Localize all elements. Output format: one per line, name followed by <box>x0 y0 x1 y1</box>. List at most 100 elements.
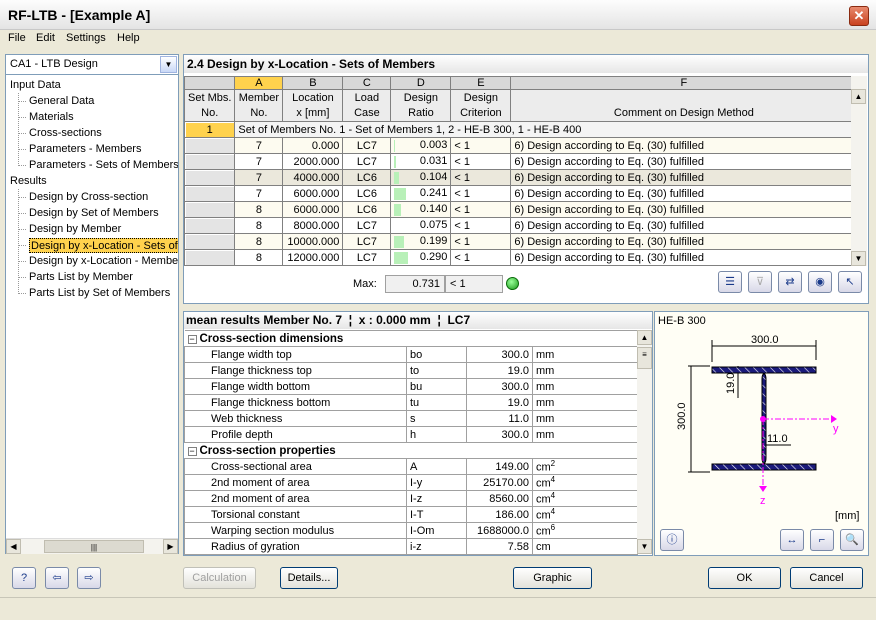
menu-help[interactable]: Help <box>117 32 140 44</box>
property-symbol: i-z <box>406 538 467 555</box>
property-symbol-text: s <box>410 412 416 425</box>
row-header[interactable] <box>183 201 236 218</box>
relations-button[interactable]: ⇄ <box>778 271 802 293</box>
row-number[interactable]: 1 <box>183 121 236 138</box>
view-button[interactable]: ◉ <box>808 271 832 293</box>
property-unit: mm <box>532 394 638 411</box>
tree-horizontal-scrollbar[interactable]: ◀ ||| ▶ <box>6 538 178 554</box>
tree-item[interactable]: Design by Cross-section <box>29 190 148 205</box>
scroll-up-icon[interactable]: ▲ <box>851 89 866 104</box>
table-settings-button[interactable]: ☰ <box>718 271 742 293</box>
property-unit-text: mm <box>536 428 555 441</box>
dimension-button[interactable]: ↔ <box>780 529 804 551</box>
close-button[interactable]: ✕ <box>849 6 869 26</box>
menu-settings[interactable]: Settings <box>66 32 106 44</box>
table-row[interactable]: 8 6000.000 LC6 0.140 < 1 6) Design according … <box>183 201 858 218</box>
scroll-up-icon[interactable]: ▲ <box>637 330 652 345</box>
row-header[interactable] <box>183 233 236 250</box>
table-row[interactable]: 7 0.000 LC7 0.003 < 1 6) Design according to … <box>183 137 858 154</box>
column-letter-b[interactable]: B <box>282 76 344 90</box>
table-row[interactable]: 8 10000.000 LC7 0.199 < 1 6) Design according… <box>183 233 858 250</box>
scroll-down-icon[interactable]: ▼ <box>851 251 866 266</box>
location: 8000.000 <box>282 217 344 234</box>
table-row[interactable]: 7 6000.000 LC6 0.241 < 1 6) Design according … <box>183 185 858 202</box>
scroll-right-icon[interactable]: ▶ <box>163 539 178 554</box>
tree-item[interactable]: Parts List by Set of Members <box>29 286 170 301</box>
table-row[interactable]: 8 8000.000 LC7 0.075 < 1 6) Design according … <box>183 217 858 234</box>
window-title: RF-LTB - [Example A] <box>8 7 151 23</box>
row-header[interactable] <box>183 185 236 202</box>
scroll-thumb[interactable]: ||| <box>44 540 144 553</box>
export-button[interactable]: ⇨ <box>77 567 101 589</box>
tree-item[interactable]: Design by Set of Members <box>29 206 159 221</box>
help-button[interactable]: ? <box>12 567 36 589</box>
row-header[interactable] <box>183 169 236 186</box>
tree-group[interactable]: Results <box>10 174 47 189</box>
column-letter-c[interactable]: C <box>342 76 392 90</box>
graphic-button[interactable]: Graphic <box>513 567 592 589</box>
row-header[interactable] <box>183 217 236 234</box>
results-table: A B C D E F Set Mbs. No. Member No. Location x [… <box>183 76 858 266</box>
member-no: 8 <box>234 249 284 266</box>
tree-item[interactable]: Design by x-Location - Members <box>29 254 178 269</box>
panel-splitter[interactable] <box>183 305 869 310</box>
tree-item[interactable]: Design by Member <box>29 222 121 237</box>
set-row[interactable]: 1 Set of Members No. 1 - Set of Members 1… <box>183 121 858 138</box>
ratio-value: 0.199 <box>419 235 448 247</box>
column-header: Location x [mm] <box>282 89 344 122</box>
scroll-down-icon[interactable]: ▼ <box>637 539 652 554</box>
row-header[interactable] <box>183 249 236 266</box>
column-letter-a[interactable]: A <box>234 76 284 90</box>
group-row[interactable]: − Cross-section properties <box>184 442 638 459</box>
row-header[interactable] <box>183 137 236 154</box>
info-button[interactable]: ⓘ <box>660 529 684 551</box>
case-select[interactable]: CA1 - LTB Design ▼ <box>5 54 179 75</box>
tree-item[interactable]: Cross-sections <box>29 126 102 141</box>
design-criterion: < 1 <box>450 153 512 170</box>
group-title[interactable]: − Cross-section properties <box>184 442 638 459</box>
property-symbol: I-z <box>406 490 467 507</box>
axes-button[interactable]: ⌐ <box>810 529 834 551</box>
collapse-icon[interactable]: − <box>187 446 197 456</box>
tree-item[interactable]: General Data <box>29 94 94 109</box>
table-row[interactable]: 8 12000.000 LC7 0.290 < 1 6) Design according… <box>183 249 858 266</box>
calculation-button[interactable]: Calculation <box>183 567 256 589</box>
collapse-icon[interactable]: − <box>187 334 197 344</box>
details-vertical-scrollbar[interactable]: ▲ ≡ ▼ <box>637 330 652 554</box>
tree-item[interactable]: Design by x-Location - Sets of Members <box>29 238 178 253</box>
chevron-down-icon[interactable]: ▼ <box>160 56 177 73</box>
select-button[interactable]: ↖ <box>838 271 862 293</box>
design-ratio: 0.104 <box>390 169 452 186</box>
menu-file[interactable]: File <box>8 32 26 44</box>
zoom-reset-button[interactable]: 🔍 <box>840 529 864 551</box>
property-row: Cross-sectional area A 149.00 cm2 <box>184 458 638 475</box>
tree-item[interactable]: Materials <box>29 110 74 125</box>
property-row: Torsional constant I-T 186.00 cm4 <box>184 506 638 523</box>
column-letter-e[interactable]: E <box>450 76 512 90</box>
filter-button[interactable]: ⊽ <box>748 271 772 293</box>
scroll-thumb[interactable]: ≡ <box>637 347 652 369</box>
row-header[interactable] <box>183 153 236 170</box>
column-letter-f[interactable]: F <box>510 76 858 90</box>
table-row[interactable]: 7 4000.000 LC6 0.104 < 1 6) Design according … <box>183 169 858 186</box>
cancel-button[interactable]: Cancel <box>790 567 863 589</box>
details-button[interactable]: Details... <box>280 567 338 589</box>
tree-group[interactable]: Input Data <box>10 78 61 93</box>
menu-edit[interactable]: Edit <box>36 32 55 44</box>
column-header: Member No. <box>234 89 284 122</box>
group-title[interactable]: − Cross-section dimensions <box>184 330 638 347</box>
ok-button[interactable]: OK <box>708 567 781 589</box>
unit-exponent: 4 <box>550 475 556 485</box>
table-vertical-scrollbar[interactable]: ▲ ▼ <box>851 76 867 266</box>
property-row: Flange width bottom bu 300.0 mm <box>184 378 638 395</box>
table-row[interactable]: 7 2000.000 LC7 0.031 < 1 6) Design according … <box>183 153 858 170</box>
group-row[interactable]: − Cross-section dimensions <box>184 330 638 347</box>
tree-item[interactable]: Parameters - Members <box>29 142 141 157</box>
tree-item[interactable]: Parts List by Member <box>29 270 133 285</box>
import-button[interactable]: ⇦ <box>45 567 69 589</box>
column-letter-d[interactable]: D <box>390 76 452 90</box>
scroll-left-icon[interactable]: ◀ <box>6 539 21 554</box>
case-select-value: CA1 - LTB Design <box>10 58 98 70</box>
tree-item[interactable]: Parameters - Sets of Members <box>29 158 178 173</box>
property-value: 186.00 <box>466 506 533 523</box>
